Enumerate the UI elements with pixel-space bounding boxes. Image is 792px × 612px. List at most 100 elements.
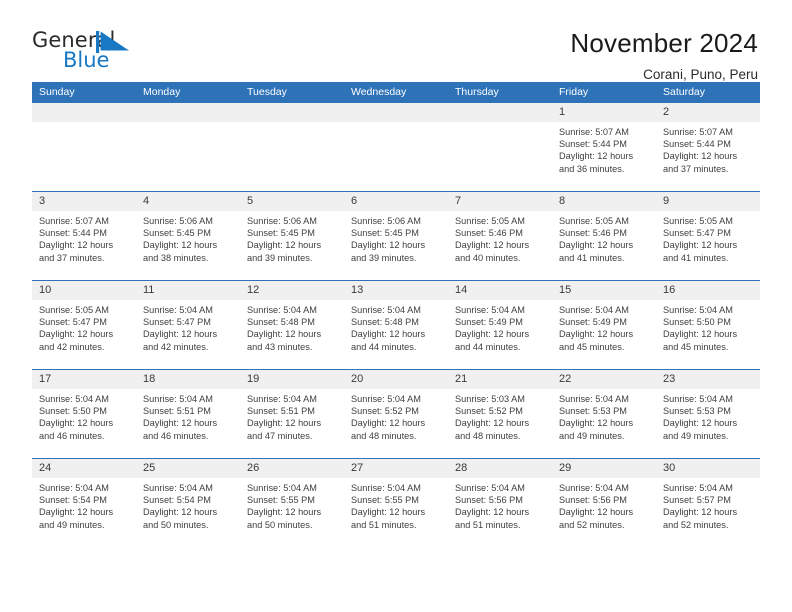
day-cell[interactable] xyxy=(240,122,344,191)
day-number[interactable]: 10 xyxy=(32,281,136,300)
day-number[interactable]: 5 xyxy=(240,192,344,211)
daylight-text: Daylight: 12 hours and 49 minutes. xyxy=(663,418,738,441)
daylight-text: Daylight: 12 hours and 51 minutes. xyxy=(455,507,530,530)
week-row: 3 4 5 6 7 8 9 Sunrise: 5:07 AM Sunset: 5… xyxy=(32,191,760,280)
day-cell[interactable] xyxy=(32,122,136,191)
day-number[interactable]: 3 xyxy=(32,192,136,211)
sunset-text: Sunset: 5:48 PM xyxy=(247,317,315,328)
day-number[interactable] xyxy=(344,103,448,122)
day-number[interactable]: 7 xyxy=(448,192,552,211)
day-cell[interactable]: Sunrise: 5:04 AM Sunset: 5:49 PM Dayligh… xyxy=(448,300,552,369)
day-number[interactable]: 17 xyxy=(32,370,136,389)
day-number[interactable]: 30 xyxy=(656,459,760,478)
week-row: 10 11 12 13 14 15 16 Sunrise: 5:05 AM Su… xyxy=(32,280,760,369)
day-number[interactable]: 8 xyxy=(552,192,656,211)
day-cell[interactable]: Sunrise: 5:05 AM Sunset: 5:46 PM Dayligh… xyxy=(448,211,552,280)
weekday-header-tuesday: Tuesday xyxy=(247,86,287,98)
day-number[interactable]: 6 xyxy=(344,192,448,211)
day-number[interactable]: 11 xyxy=(136,281,240,300)
day-number[interactable]: 12 xyxy=(240,281,344,300)
sunset-text: Sunset: 5:46 PM xyxy=(455,228,523,239)
day-number[interactable] xyxy=(32,103,136,122)
day-cell[interactable] xyxy=(448,122,552,191)
day-number[interactable] xyxy=(448,103,552,122)
day-cell[interactable] xyxy=(136,122,240,191)
day-cell[interactable]: Sunrise: 5:04 AM Sunset: 5:48 PM Dayligh… xyxy=(240,300,344,369)
sunrise-text: Sunrise: 5:04 AM xyxy=(559,483,629,493)
day-cell[interactable]: Sunrise: 5:04 AM Sunset: 5:55 PM Dayligh… xyxy=(240,478,344,547)
week-row: 24 25 26 27 28 29 30 Sunrise: 5:04 AM Su… xyxy=(32,458,760,547)
day-cell[interactable]: Sunrise: 5:04 AM Sunset: 5:56 PM Dayligh… xyxy=(448,478,552,547)
day-number[interactable]: 23 xyxy=(656,370,760,389)
sunrise-text: Sunrise: 5:05 AM xyxy=(39,305,109,315)
day-cell[interactable]: Sunrise: 5:07 AM Sunset: 5:44 PM Dayligh… xyxy=(656,122,760,191)
day-number[interactable]: 13 xyxy=(344,281,448,300)
day-cell[interactable]: Sunrise: 5:05 AM Sunset: 5:47 PM Dayligh… xyxy=(656,211,760,280)
day-number[interactable]: 9 xyxy=(656,192,760,211)
week-row: 17 18 19 20 21 22 23 Sunrise: 5:04 AM Su… xyxy=(32,369,760,458)
day-cell[interactable]: Sunrise: 5:03 AM Sunset: 5:52 PM Dayligh… xyxy=(448,389,552,458)
daylight-text: Daylight: 12 hours and 45 minutes. xyxy=(559,329,634,352)
daylight-text: Daylight: 12 hours and 40 minutes. xyxy=(455,240,530,263)
day-cell[interactable]: Sunrise: 5:04 AM Sunset: 5:54 PM Dayligh… xyxy=(136,478,240,547)
day-cell[interactable]: Sunrise: 5:07 AM Sunset: 5:44 PM Dayligh… xyxy=(32,211,136,280)
generalblue-logo[interactable]: General Blue xyxy=(32,28,150,74)
day-cell[interactable]: Sunrise: 5:05 AM Sunset: 5:47 PM Dayligh… xyxy=(32,300,136,369)
sunset-text: Sunset: 5:54 PM xyxy=(39,495,107,506)
day-cell[interactable]: Sunrise: 5:04 AM Sunset: 5:47 PM Dayligh… xyxy=(136,300,240,369)
day-cell[interactable]: Sunrise: 5:04 AM Sunset: 5:50 PM Dayligh… xyxy=(656,300,760,369)
day-number[interactable]: 29 xyxy=(552,459,656,478)
day-cell[interactable]: Sunrise: 5:04 AM Sunset: 5:53 PM Dayligh… xyxy=(656,389,760,458)
sunrise-text: Sunrise: 5:04 AM xyxy=(247,483,317,493)
sunset-text: Sunset: 5:55 PM xyxy=(247,495,315,506)
logo-text-blue: Blue xyxy=(63,48,110,72)
title-block: November 2024 Corani, Puno, Peru xyxy=(570,28,758,84)
day-cell[interactable]: Sunrise: 5:06 AM Sunset: 5:45 PM Dayligh… xyxy=(344,211,448,280)
day-number[interactable]: 4 xyxy=(136,192,240,211)
day-cell[interactable]: Sunrise: 5:04 AM Sunset: 5:53 PM Dayligh… xyxy=(552,389,656,458)
day-cell[interactable]: Sunrise: 5:04 AM Sunset: 5:57 PM Dayligh… xyxy=(656,478,760,547)
day-number[interactable]: 14 xyxy=(448,281,552,300)
day-cell[interactable]: Sunrise: 5:04 AM Sunset: 5:56 PM Dayligh… xyxy=(552,478,656,547)
sunrise-text: Sunrise: 5:07 AM xyxy=(559,127,629,137)
day-number[interactable] xyxy=(240,103,344,122)
day-cell[interactable]: Sunrise: 5:06 AM Sunset: 5:45 PM Dayligh… xyxy=(136,211,240,280)
day-cell[interactable]: Sunrise: 5:04 AM Sunset: 5:50 PM Dayligh… xyxy=(32,389,136,458)
weekday-header-wednesday: Wednesday xyxy=(351,86,407,98)
day-cell[interactable]: Sunrise: 5:07 AM Sunset: 5:44 PM Dayligh… xyxy=(552,122,656,191)
sunset-text: Sunset: 5:49 PM xyxy=(455,317,523,328)
day-cell[interactable]: Sunrise: 5:04 AM Sunset: 5:54 PM Dayligh… xyxy=(32,478,136,547)
day-number[interactable]: 27 xyxy=(344,459,448,478)
sunrise-text: Sunrise: 5:03 AM xyxy=(455,394,525,404)
sunset-text: Sunset: 5:51 PM xyxy=(143,406,211,417)
daylight-text: Daylight: 12 hours and 50 minutes. xyxy=(143,507,218,530)
day-cell[interactable]: Sunrise: 5:04 AM Sunset: 5:49 PM Dayligh… xyxy=(552,300,656,369)
day-number[interactable]: 16 xyxy=(656,281,760,300)
day-number[interactable] xyxy=(136,103,240,122)
day-cell[interactable] xyxy=(344,122,448,191)
day-cell[interactable]: Sunrise: 5:04 AM Sunset: 5:52 PM Dayligh… xyxy=(344,389,448,458)
day-number[interactable]: 18 xyxy=(136,370,240,389)
day-number[interactable]: 26 xyxy=(240,459,344,478)
sunrise-text: Sunrise: 5:04 AM xyxy=(143,483,213,493)
day-number[interactable]: 2 xyxy=(656,103,760,122)
day-cell[interactable]: Sunrise: 5:04 AM Sunset: 5:55 PM Dayligh… xyxy=(344,478,448,547)
day-number[interactable]: 25 xyxy=(136,459,240,478)
day-number[interactable]: 19 xyxy=(240,370,344,389)
day-cell[interactable]: Sunrise: 5:04 AM Sunset: 5:48 PM Dayligh… xyxy=(344,300,448,369)
day-cell[interactable]: Sunrise: 5:06 AM Sunset: 5:45 PM Dayligh… xyxy=(240,211,344,280)
sunset-text: Sunset: 5:52 PM xyxy=(455,406,523,417)
sunset-text: Sunset: 5:44 PM xyxy=(39,228,107,239)
daylight-text: Daylight: 12 hours and 48 minutes. xyxy=(351,418,426,441)
day-number[interactable]: 1 xyxy=(552,103,656,122)
day-cell[interactable]: Sunrise: 5:04 AM Sunset: 5:51 PM Dayligh… xyxy=(136,389,240,458)
day-number[interactable]: 21 xyxy=(448,370,552,389)
weekday-header-sunday: Sunday xyxy=(39,86,75,98)
day-number[interactable]: 20 xyxy=(344,370,448,389)
day-cell[interactable]: Sunrise: 5:05 AM Sunset: 5:46 PM Dayligh… xyxy=(552,211,656,280)
day-cell[interactable]: Sunrise: 5:04 AM Sunset: 5:51 PM Dayligh… xyxy=(240,389,344,458)
day-number[interactable]: 22 xyxy=(552,370,656,389)
day-number[interactable]: 28 xyxy=(448,459,552,478)
day-number[interactable]: 24 xyxy=(32,459,136,478)
day-number[interactable]: 15 xyxy=(552,281,656,300)
